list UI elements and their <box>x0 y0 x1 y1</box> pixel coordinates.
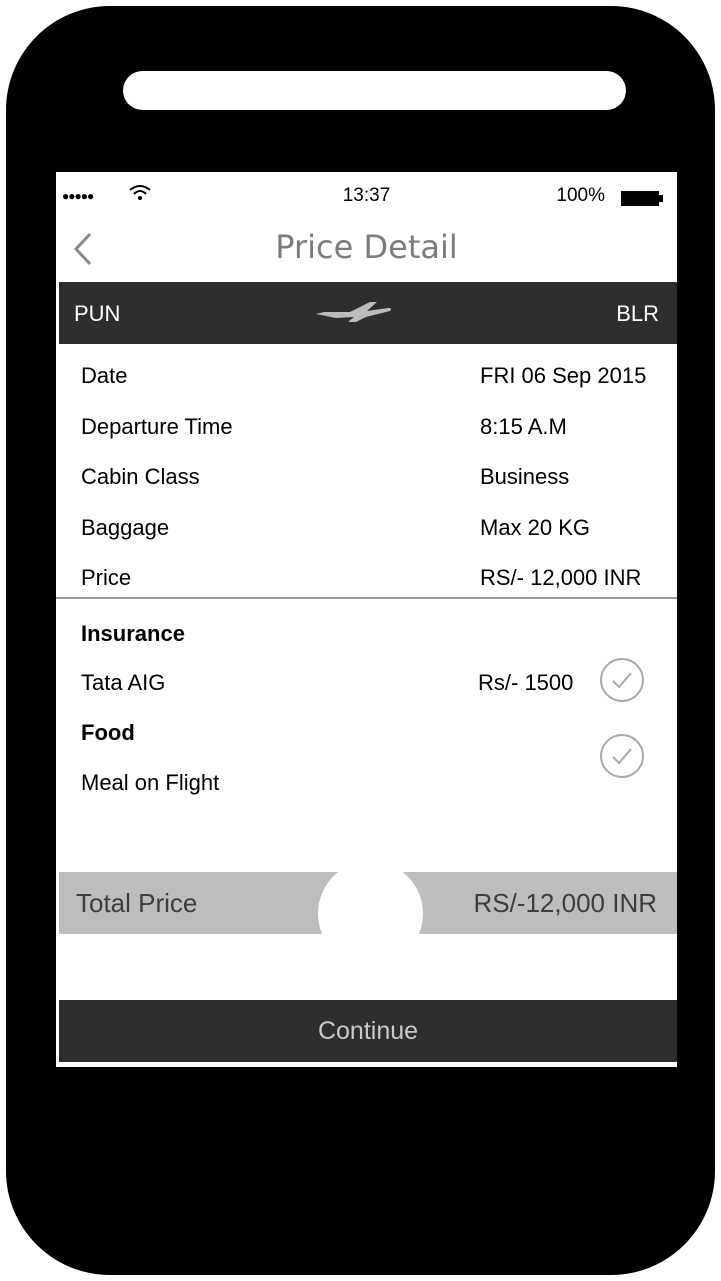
food-heading: Food <box>81 720 135 745</box>
detail-label: Baggage <box>81 515 170 540</box>
insurance-price: Rs/- 1500 <box>478 670 574 695</box>
detail-label: Departure Time <box>81 414 233 439</box>
nav-bar: Price Detail <box>56 218 677 282</box>
detail-value: Max 20 KG <box>480 515 591 540</box>
detail-value: 8:15 A.M <box>480 414 567 439</box>
phone-home-button <box>318 861 423 966</box>
detail-label: Date <box>81 363 128 388</box>
page-title: Price Detail <box>275 228 458 266</box>
food-name: Meal on Flight <box>81 770 220 795</box>
detail-label: Cabin Class <box>81 464 200 489</box>
battery-icon <box>621 191 663 206</box>
phone-frame: ●●●●● 13:37 100% Price Detail PUN BLR Da… <box>6 6 715 1275</box>
detail-value: Business <box>480 464 570 489</box>
total-value: RS/-12,000 INR <box>473 888 657 918</box>
detail-value: FRI 06 Sep 2015 <box>480 363 647 388</box>
route-bar: PUN BLR <box>59 282 677 344</box>
detail-label: Price <box>81 565 132 590</box>
insurance-name: Tata AIG <box>81 670 166 695</box>
total-label: Total Price <box>76 888 198 918</box>
origin-code: PUN <box>74 301 121 326</box>
insurance-heading: Insurance <box>81 621 185 646</box>
status-bar: ●●●●● 13:37 100% <box>56 172 677 218</box>
phone-speaker <box>123 71 626 110</box>
airplane-icon <box>316 302 392 322</box>
battery-percent: 100% <box>556 185 605 206</box>
detail-value: RS/- 12,000 INR <box>480 565 642 590</box>
section-divider <box>56 597 677 599</box>
continue-button[interactable]: Continue <box>59 1000 677 1062</box>
destination-code: BLR <box>616 301 659 326</box>
food-check-icon[interactable] <box>599 733 645 779</box>
insurance-check-icon[interactable] <box>599 657 645 703</box>
